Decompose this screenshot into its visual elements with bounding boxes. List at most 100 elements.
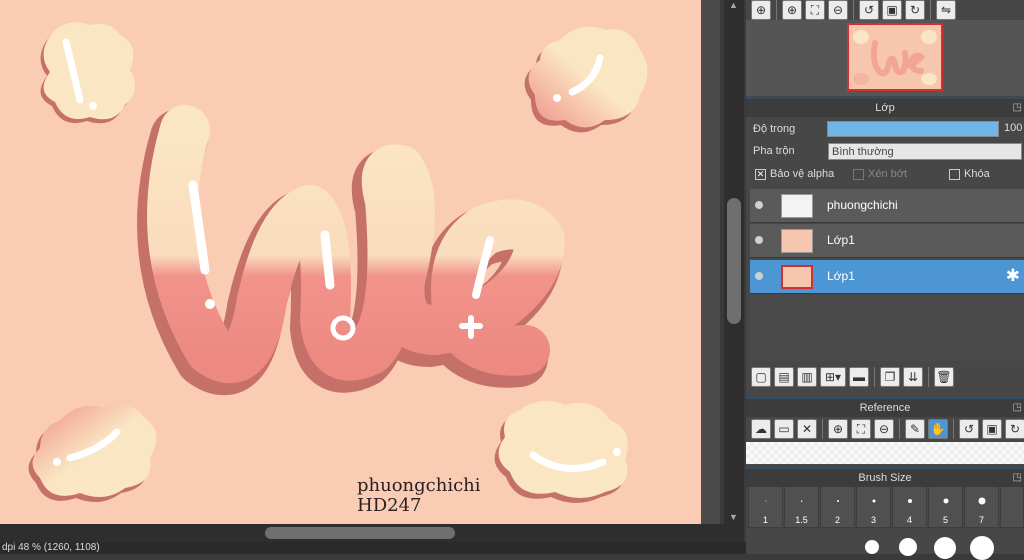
layer-row-selected[interactable]: Lớp1 ✱ <box>750 260 1024 294</box>
brush-size-row-2 <box>748 532 1024 560</box>
brush-dot-icon <box>943 498 948 504</box>
open-file-icon[interactable]: ▭ <box>774 419 794 439</box>
vertical-scrollbar[interactable]: ▲ ▼ <box>724 0 744 524</box>
flip-icon[interactable]: ⇋ <box>936 0 956 20</box>
brush-size-title-text: Brush Size <box>858 472 912 484</box>
opacity-slider[interactable] <box>827 121 999 137</box>
brush-dot-icon[interactable] <box>899 538 917 556</box>
checkbox-icon <box>853 168 864 180</box>
zoom-minus-icon[interactable]: ⊖ <box>828 0 848 20</box>
brush-size-value: 5 <box>942 515 948 525</box>
rotate-left-icon[interactable]: ↺ <box>859 0 879 20</box>
checkbox-icon <box>949 168 960 180</box>
gear-icon[interactable]: ✱ <box>1006 266 1020 286</box>
brush-size-cell[interactable] <box>1000 486 1024 528</box>
brush-dot-icon <box>765 500 766 502</box>
lock-checkbox[interactable]: Khóa <box>949 168 990 180</box>
navigator-thumbnail[interactable] <box>847 23 943 91</box>
rotate-left-icon[interactable]: ↺ <box>959 419 979 439</box>
brush-size-value: 2 <box>834 515 840 525</box>
canvas-area[interactable]: phuongchichi HD247 <box>0 0 720 524</box>
fit-screen-icon[interactable]: ▣ <box>982 419 1002 439</box>
cloud-bottom-right <box>494 401 628 503</box>
vertical-scroll-thumb[interactable] <box>727 198 741 324</box>
brush-dot-icon <box>800 500 803 502</box>
scroll-up-icon[interactable]: ▲ <box>729 0 738 10</box>
blend-label: Pha trộn <box>753 145 795 157</box>
layer-toolbar: ▢ ▤ ▥ ⊞▾ ▬ ❐ ⇊ 🗑 <box>746 364 954 390</box>
layer-name: phuongchichi <box>827 198 898 212</box>
brush-size-cell[interactable]: 7 <box>964 486 999 528</box>
layer-thumbnail <box>781 229 813 253</box>
fit-screen-icon[interactable]: ▣ <box>882 0 902 20</box>
folder-icon[interactable]: ▬ <box>849 367 869 387</box>
checkbox-checked-icon: ✕ <box>755 168 766 180</box>
popout-icon[interactable]: ◳ <box>1013 399 1022 417</box>
new-layer-icon[interactable]: ▢ <box>751 367 771 387</box>
brush-size-value: 1.5 <box>795 515 808 525</box>
brush-size-cell[interactable]: 5 <box>928 486 963 528</box>
layer-name: Lớp1 <box>827 269 855 283</box>
clip-checkbox[interactable]: Xén bớt <box>853 168 907 180</box>
brush-dot-icon[interactable] <box>934 537 956 559</box>
zoom-minus-icon[interactable]: ⊖ <box>874 419 894 439</box>
brush-size-panel-title: Brush Size ◳ <box>746 467 1024 487</box>
reference-toolbar: ☁ ▭ ✕ ⊕ ⛶ ⊖ ✎ ✋ ↺ ▣ ↻ <box>746 417 1024 441</box>
brush-dot-icon <box>907 499 912 503</box>
cloud-top-left <box>40 22 135 124</box>
brush-dot-icon <box>836 500 839 502</box>
brush-dot-icon[interactable] <box>970 536 994 560</box>
brush-size-cell[interactable]: 4 <box>892 486 927 528</box>
rotate-right-icon[interactable]: ↻ <box>905 0 925 20</box>
fit-icon[interactable]: ⛶ <box>805 0 825 20</box>
visibility-icon[interactable] <box>755 272 763 280</box>
hand-icon[interactable]: ✋ <box>928 419 948 439</box>
lock-label: Khóa <box>964 168 990 180</box>
close-icon[interactable]: ✕ <box>797 419 817 439</box>
layer-row[interactable]: phuongchichi <box>750 189 1024 223</box>
brush-size-cell[interactable]: 2 <box>820 486 855 528</box>
new-layer-8bit-icon[interactable]: ▤ <box>774 367 794 387</box>
rotate-right-icon[interactable]: ↻ <box>1005 419 1024 439</box>
duplicate-layer-icon[interactable]: ❐ <box>880 367 900 387</box>
horizontal-scroll-thumb[interactable] <box>265 527 455 539</box>
opacity-fill <box>828 122 998 136</box>
layer-row[interactable]: Lớp1 <box>750 224 1024 258</box>
horizontal-scrollbar[interactable] <box>0 524 744 542</box>
brush-size-value: 3 <box>870 515 876 525</box>
drawing-canvas[interactable]: phuongchichi HD247 <box>0 0 701 524</box>
zoom-plus-icon[interactable]: ⊕ <box>828 419 848 439</box>
zoom-plus-icon[interactable]: ⊕ <box>782 0 802 20</box>
eyedropper-icon[interactable]: ✎ <box>905 419 925 439</box>
brush-size-cell[interactable]: 1.5 <box>784 486 819 528</box>
delete-layer-icon[interactable]: 🗑 <box>934 367 954 387</box>
layer-thumbnail <box>781 194 813 218</box>
visibility-icon[interactable] <box>755 201 763 209</box>
cloud-open-icon[interactable]: ☁ <box>751 419 771 439</box>
visibility-icon[interactable] <box>755 236 763 244</box>
reference-panel-title: Reference ◳ <box>746 397 1024 417</box>
fit-icon[interactable]: ⛶ <box>851 419 871 439</box>
opacity-label: Độ trong <box>753 123 796 135</box>
zoom-in-icon[interactable]: ⊕ <box>751 0 771 20</box>
navigator-preview[interactable] <box>746 20 1024 96</box>
artwork <box>28 22 648 503</box>
popout-icon[interactable]: ◳ <box>1013 99 1022 117</box>
brush-size-cell[interactable]: 3 <box>856 486 891 528</box>
popout-icon[interactable]: ◳ <box>1013 469 1022 487</box>
new-layer-1bit-icon[interactable]: ▥ <box>797 367 817 387</box>
clip-label: Xén bớt <box>868 168 908 180</box>
layer-thumbnail <box>781 265 813 289</box>
layer-list-empty <box>750 295 1024 361</box>
add-layer-menu-icon[interactable]: ⊞▾ <box>820 367 846 387</box>
merge-down-icon[interactable]: ⇊ <box>903 367 923 387</box>
blend-mode-select[interactable]: Bình thường <box>828 143 1022 160</box>
scroll-down-icon[interactable]: ▼ <box>729 512 738 522</box>
brush-size-cell[interactable]: 1 <box>748 486 783 528</box>
navigator-toolbar: ⊕ ⊕ ⛶ ⊖ ↺ ▣ ↻ ⇋ <box>746 0 956 22</box>
brush-size-value: 4 <box>906 515 912 525</box>
brush-dot-icon[interactable] <box>865 540 879 554</box>
reference-view[interactable] <box>746 442 1024 464</box>
protect-alpha-checkbox[interactable]: ✕ Bảo vệ alpha <box>755 168 834 180</box>
brush-size-value: 7 <box>978 515 984 525</box>
